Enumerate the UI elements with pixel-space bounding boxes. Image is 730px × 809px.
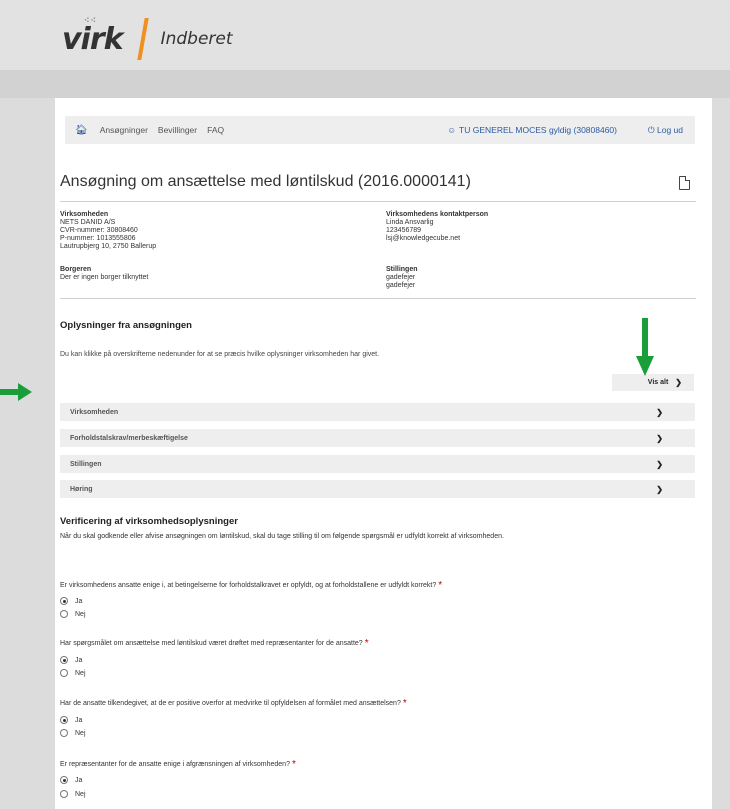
nav-link-grants[interactable]: Bevillinger [158,125,197,135]
required-star-icon: * [291,759,296,770]
position-value-2: gadefejer [386,282,416,289]
radio-button[interactable] [60,776,68,784]
pdf-icon[interactable] [679,176,690,190]
required-star-icon: * [364,638,369,649]
q2-option-no[interactable]: Nej [60,669,86,677]
user-label: TU GENEREL MOCES gyldig (30808460) [459,125,617,135]
option-label: Nej [75,790,86,798]
chevron-right-icon: ❯ [656,459,663,469]
user-menu[interactable]: ☺ TU GENEREL MOCES gyldig (30808460) [447,125,617,135]
question-1: Er virksomhedens ansatte enige i, at bet… [60,580,442,591]
home-icon[interactable]: 🏠︎ [75,125,88,136]
main-panel: 🏠︎ Ansøgninger Bevillinger FAQ ☺ TU GENER… [55,98,712,809]
contact-name: Linda Ansvarlig [386,219,434,226]
company-info: Virksomheden NETS DANID A/S CVR-nummer: … [60,211,156,251]
radio-button[interactable] [60,656,68,664]
accordion-hearing[interactable]: Høring ❯ [60,480,695,498]
option-label: Nej [75,729,86,737]
contact-email: lsj@knowledgecube.net [386,235,461,242]
citizen-label: Borgeren [60,266,92,273]
option-label: Ja [75,656,83,664]
question-text: Har de ansatte tilkendegivet, at de er p… [60,700,401,707]
q3-option-no[interactable]: Nej [60,729,86,737]
radio-button[interactable] [60,790,68,798]
radio-button[interactable] [60,716,68,724]
question-2: Har spørgsmålet om ansættelse med løntil… [60,638,369,649]
arrow-right-icon [0,383,32,401]
company-cvr: CVR-nummer: 30808460 [60,227,138,234]
crown-dots-icon: ⁖⁖ [84,15,97,25]
verification-description: Når du skal godkende eller afvise ansøgn… [60,533,504,540]
question-text: Har spørgsmålet om ansættelse med løntil… [60,640,363,647]
contact-info: Virksomhedens kontaktperson Linda Ansvar… [386,211,488,243]
company-name: NETS DANID A/S [60,219,116,226]
option-label: Ja [75,776,83,784]
company-label: Virksomheden [60,211,109,218]
header-band [0,70,730,98]
q4-option-no[interactable]: Nej [60,790,86,798]
application-section-description: Du kan klikke på overskrifterne nedenund… [60,351,380,358]
required-star-icon: * [438,580,443,591]
accordion-label: Høring [70,485,93,493]
accordion-company[interactable]: Virksomheden ❯ [60,403,695,421]
q3-option-yes[interactable]: Ja [60,716,82,724]
user-icon: ☺ [447,125,457,135]
q1-option-no[interactable]: Nej [60,610,86,618]
accordion-ratio-requirement[interactable]: Forholdstalskrav/merbeskæftigelse ❯ [60,429,695,447]
show-all-label: Vis alt [647,379,669,386]
virk-logo[interactable]: ⁖⁖ virk Indberet [62,16,233,62]
arrow-down-icon [636,318,654,376]
position-value-1: gadefejer [386,274,416,281]
contact-phone: 123456789 [386,227,422,234]
citizen-value: Der er ingen borger tilknyttet [60,274,149,281]
contact-label: Virksomhedens kontaktperson [386,211,489,218]
show-all-button[interactable]: Vis alt ❯ [612,374,694,391]
radio-button[interactable] [60,597,68,605]
accordion-label: Virksomheden [70,408,119,416]
nav-link-faq[interactable]: FAQ [207,125,224,135]
power-icon: ⏻ [647,124,655,135]
option-label: Nej [75,669,86,677]
accordion-label: Stillingen [70,460,102,468]
company-pnumber: P-nummer: 1013555806 [60,235,136,242]
top-navbar: 🏠︎ Ansøgninger Bevillinger FAQ ☺ TU GENER… [65,116,695,144]
position-info: Stillingen gadefejer gadefejer [386,266,418,290]
chevron-right-icon: ❯ [656,407,663,417]
chevron-right-icon: ❯ [656,433,663,443]
question-text: Er repræsentanter for de ansatte enige i… [60,761,290,768]
radio-button[interactable] [60,610,68,618]
page-title: Ansøgning om ansættelse med løntilskud (… [60,173,471,190]
logo-wordmark: ⁖⁖ virk [62,16,124,57]
q1-option-yes[interactable]: Ja [60,597,82,605]
logout-link[interactable]: ⏻ Log ud [648,125,683,136]
radio-button[interactable] [60,729,68,737]
question-4: Er repræsentanter for de ansatte enige i… [60,759,296,770]
radio-button[interactable] [60,669,68,677]
verification-title: Verificering af virksomhedsoplysninger [60,516,238,527]
title-divider [60,201,696,202]
option-label: Ja [75,716,83,724]
question-text: Er virksomhedens ansatte enige i, at bet… [60,582,437,589]
nav-link-applications[interactable]: Ansøgninger [100,125,148,135]
logo-text: virk [62,21,124,57]
chevron-right-icon: ❯ [656,484,663,494]
q4-option-yes[interactable]: Ja [60,776,82,784]
accordion-label: Forholdstalskrav/merbeskæftigelse [70,434,188,442]
accordion-position[interactable]: Stillingen ❯ [60,455,695,473]
required-star-icon: * [402,698,407,709]
logo-divider [136,18,149,60]
question-3: Har de ansatte tilkendegivet, at de er p… [60,698,407,709]
chevron-right-icon: ❯ [675,378,682,387]
citizen-info: Borgeren Der er ingen borger tilknyttet [60,266,148,282]
q2-option-yes[interactable]: Ja [60,656,82,664]
info-divider [60,298,696,299]
logo-subtitle: Indberet [160,29,233,49]
position-label: Stillingen [386,266,418,273]
option-label: Ja [75,597,83,605]
option-label: Nej [75,610,86,618]
application-section-title: Oplysninger fra ansøgningen [60,320,192,331]
logout-label: Log ud [657,124,683,135]
company-address: Lautrupbjerg 10, 2750 Ballerup [60,243,157,250]
